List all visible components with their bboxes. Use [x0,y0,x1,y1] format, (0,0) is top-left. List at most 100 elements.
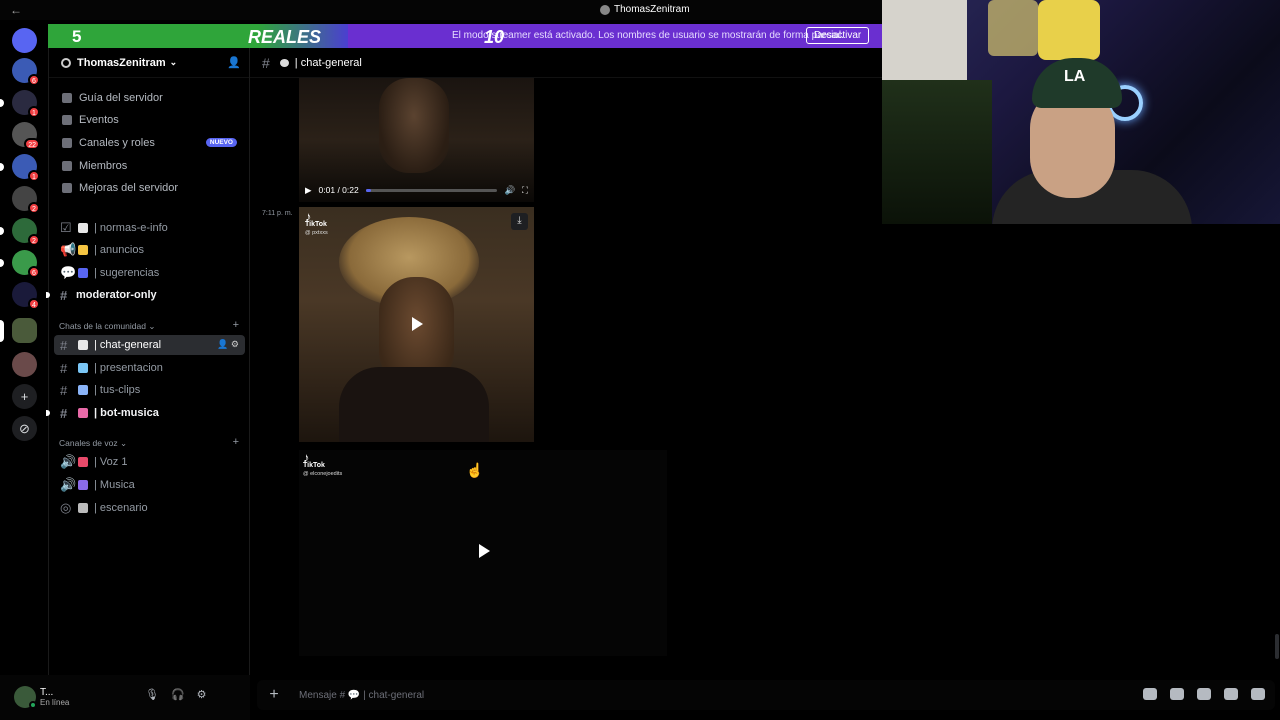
server-icon-current[interactable] [0,318,37,343]
channel-emoji [78,385,88,395]
webcam-overlay: LA [882,0,1280,224]
headphones-icon[interactable]: 🎧 [171,688,185,701]
chat-header: # | chat-general [250,48,882,78]
attach-plus-icon[interactable]: + [257,686,291,704]
server-icon[interactable]: 2 [12,186,40,214]
channel-bot-musica[interactable]: # | bot-musica [46,403,245,423]
channel-chat-general[interactable]: # | chat-general 👤 ⚙ [54,335,245,355]
nav-label: Eventos [79,114,119,126]
nav-label: Mejoras del servidor [79,182,179,194]
calendar-icon [62,115,72,125]
channel-label: | anuncios [94,244,144,256]
unread-pill [0,259,4,267]
server-icon[interactable] [12,352,37,377]
explore-icon[interactable]: ⊘ [12,416,37,441]
webcam-wall [882,0,967,80]
add-voice-channel-icon[interactable]: + [233,436,239,448]
stage-channel-escenario[interactable]: ◎ | escenario [54,498,245,518]
nav-server-guide[interactable]: Guía del servidor [54,88,245,108]
speaker-icon: 🔊 [60,454,77,469]
deactivate-button[interactable]: Desactivar [806,27,870,44]
user-status: En línea [40,698,70,707]
hash-icon: # [60,337,68,353]
webcam-window [882,80,992,224]
hash-icon: # [60,360,68,376]
message-composer[interactable]: + Mensaje # 💬 | chat-general [257,680,1275,710]
settings-gear-icon[interactable]: ⚙ [197,688,207,701]
emoji-icon[interactable] [1224,688,1238,700]
webcam-jersey [1038,0,1100,60]
apps-icon[interactable] [1251,688,1265,700]
video-player[interactable]: ▶ 0:01 / 0:22 🔊 ⛶ [299,78,534,202]
video-controls: ▶ 0:01 / 0:22 🔊 ⛶ [299,178,534,202]
server-icon[interactable]: 6 [12,58,40,86]
back-arrow-icon[interactable]: ← [10,3,22,17]
microphone-icon[interactable]: 🎙 [145,688,159,701]
play-icon[interactable] [412,317,423,331]
notification-badge: 2 [28,234,40,246]
server-icon[interactable]: 1 [0,154,40,182]
unread-pill [0,227,4,235]
category-chats-comunidad[interactable]: Chats de la comunidad ⌄ [59,321,155,332]
fullscreen-icon[interactable]: ⛶ [522,185,528,196]
unread-dot [46,410,50,416]
speech-bubble-icon [279,58,289,67]
tiktok-video-embed[interactable]: ♪ TikTok @ pxtxxs ⤓ [299,207,534,442]
channel-label: | Musica [94,479,135,491]
server-header[interactable]: ThomasZenitram ⌄ 👤 [49,48,249,78]
category-voice[interactable]: Canales de voz ⌄ [59,438,127,449]
server-icon[interactable]: 22 [12,122,40,150]
voice-channel-voz-1[interactable]: 🔊 | Voz 1 [54,452,245,472]
placeholder-channel: | chat-general [363,689,425,701]
channel-sidebar: ThomasZenitram ⌄ 👤 Guía del servidor Eve… [46,48,250,675]
speaker-icon: 🔊 [60,477,77,492]
play-icon[interactable]: ▶ [305,185,312,196]
sticker-icon[interactable] [1197,688,1211,700]
streamer-mode-message: El modo streamer está activado. Los nomb… [452,30,844,41]
channel-tus-clips[interactable]: # | tus-clips [54,380,245,400]
tiktok-video-embed[interactable]: ♪ TikTok @ elconejoedits [299,450,667,656]
channel-normas-e-info[interactable]: ☑ | normas-e-info [54,218,245,238]
server-name: ThomasZenitram [77,56,166,69]
channel-sugerencias[interactable]: 💬 | sugerencias [54,263,245,283]
scrollbar[interactable] [1275,634,1279,659]
user-panel: T... En línea 🎙 🎧 ⚙ [0,675,250,720]
category-label: Chats de la comunidad [59,321,146,331]
nav-channels-roles[interactable]: Canales y roles NUEVO [54,133,245,153]
server-icon[interactable]: 4 [12,282,40,310]
channel-anuncios[interactable]: 📢 | anuncios [54,240,245,260]
server-icon[interactable]: 2 [0,218,40,246]
download-icon[interactable]: ⤓ [511,213,528,230]
channel-presentacion[interactable]: # | presentacion [54,358,245,378]
add-channel-icon[interactable]: + [233,319,239,331]
video-time: 0:01 / 0:22 [318,185,359,195]
server-icon[interactable]: 1 [0,90,40,118]
streamer-mode-banner: El modo streamer está activado. Los nomb… [48,24,882,48]
nav-events[interactable]: Eventos [54,110,245,130]
cap-logo-icon: LA [1064,68,1086,85]
webcam-jersey [988,0,1038,56]
invite-people-icon[interactable]: 👤 [227,56,241,69]
gift-icon[interactable] [1143,688,1157,700]
channel-label: | sugerencias [94,267,160,279]
channel-moderator-only[interactable]: # moderator-only [46,285,245,305]
avatar[interactable] [14,686,37,709]
selected-pill [0,320,4,342]
notification-badge: 1 [28,106,40,118]
server-icon[interactable]: 6 [0,250,40,278]
nav-server-boost[interactable]: Mejoras del servidor [54,178,245,198]
channel-settings-icon[interactable]: 👤 ⚙ [217,339,239,350]
add-server-icon[interactable]: + [12,384,37,409]
volume-icon[interactable]: 🔊 [504,185,515,196]
hash-icon: # [262,54,270,71]
message-placeholder: Mensaje # 💬 | chat-general [299,689,425,701]
channels-icon [62,138,72,148]
play-icon[interactable] [479,544,490,558]
video-progress-bar[interactable] [365,188,498,192]
nav-members[interactable]: Miembros [54,156,245,176]
voice-channel-musica[interactable]: 🔊 | Musica [54,475,245,495]
gif-icon[interactable] [1170,688,1184,700]
tiktok-handle: @ pxtxxs [305,230,328,236]
new-badge: NUEVO [205,138,237,147]
discord-home-icon[interactable] [12,28,37,53]
